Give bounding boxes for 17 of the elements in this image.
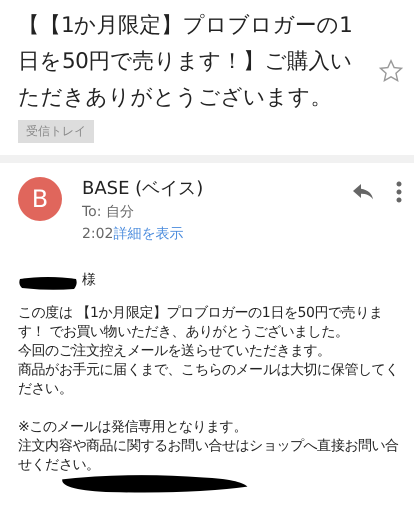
reply-icon[interactable] (352, 183, 374, 201)
recipient-text: To: 自分 (82, 203, 135, 222)
sender-avatar: B (18, 177, 62, 221)
body-text: 今回のご注文控えメールを送らせていただきます。 (18, 342, 332, 361)
redaction-mark (18, 276, 78, 290)
body-text: 商品がお手元に届くまで、こちらのメールは大切に保管してください。 (18, 361, 400, 399)
email-subject: 【【1か月限定】プロブロガーの1日を50円で売ります！】ご購入いただきありがとうございます。 (18, 12, 354, 112)
star-icon[interactable] (378, 58, 404, 84)
more-icon[interactable] (396, 181, 402, 203)
salutation-text: 様 (82, 271, 96, 290)
body-text: この度は 【1か月限定】プロブロガーの1日を50円で売ります！ でお買い物いただき、ありがとうございました。 (18, 304, 384, 342)
body-text: 注文内容や商品に関するお問い合せはショップへ直接お問い合せください。 (18, 437, 400, 475)
sender-name: BASE (ベイス) (82, 177, 204, 201)
time-text: 2:02 (82, 226, 114, 242)
details-link[interactable]: 詳細を表示 (113, 226, 184, 242)
label-chip[interactable]: 受信トレイ (18, 120, 94, 143)
body-text: ※このメールは発信専用となります。 (18, 418, 248, 437)
